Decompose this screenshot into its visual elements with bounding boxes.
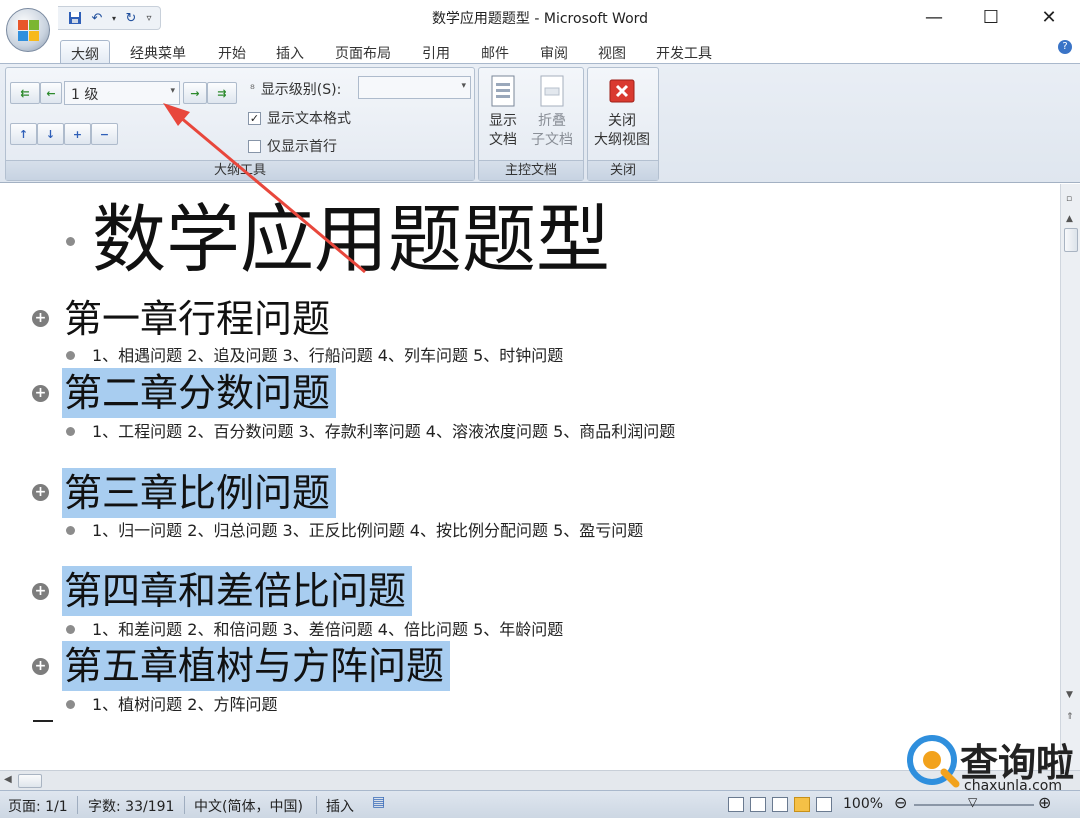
scroll-down-icon[interactable]: ▼ bbox=[1066, 690, 1073, 700]
horizontal-scroll-thumb[interactable] bbox=[18, 774, 42, 788]
status-divider bbox=[184, 796, 185, 814]
annotation-arrow-line bbox=[179, 115, 366, 274]
ruler-toggle-icon[interactable]: ▫ bbox=[1066, 194, 1072, 204]
macro-record-icon[interactable]: ▤ bbox=[372, 794, 385, 810]
status-divider bbox=[77, 796, 78, 814]
scroll-up-icon[interactable]: ▲ bbox=[1066, 214, 1073, 224]
insert-mode[interactable]: 插入 bbox=[326, 796, 354, 816]
scroll-thumb[interactable] bbox=[1064, 228, 1078, 252]
language-indicator[interactable]: 中文(简体，中国) bbox=[194, 796, 303, 816]
office-button[interactable] bbox=[6, 8, 50, 52]
web-layout-icon[interactable] bbox=[772, 797, 788, 812]
status-divider bbox=[316, 796, 317, 814]
office-logo-icon bbox=[18, 20, 40, 42]
word-count[interactable]: 字数: 33/191 bbox=[88, 796, 174, 816]
watermark: 查询啦 chaxunla.com bbox=[900, 728, 1076, 798]
zoom-level[interactable]: 100% bbox=[843, 796, 883, 812]
outline-view-icon[interactable] bbox=[794, 797, 810, 812]
full-screen-reading-icon[interactable] bbox=[750, 797, 766, 812]
scroll-left-icon[interactable]: ◀ bbox=[4, 774, 12, 785]
page-count[interactable]: 页面: 1/1 bbox=[8, 796, 68, 816]
vertical-scrollbar[interactable]: ▫ ▲ ▼ ⇑ bbox=[1060, 184, 1080, 770]
draft-view-icon[interactable] bbox=[816, 797, 832, 812]
annotation-arrow-overlay bbox=[163, 103, 366, 274]
watermark-url: chaxunla.com bbox=[964, 778, 1062, 794]
previous-page-icon[interactable]: ⇑ bbox=[1066, 712, 1074, 722]
print-layout-view-icon[interactable] bbox=[728, 797, 744, 812]
watermark-logo-icon bbox=[907, 735, 960, 788]
